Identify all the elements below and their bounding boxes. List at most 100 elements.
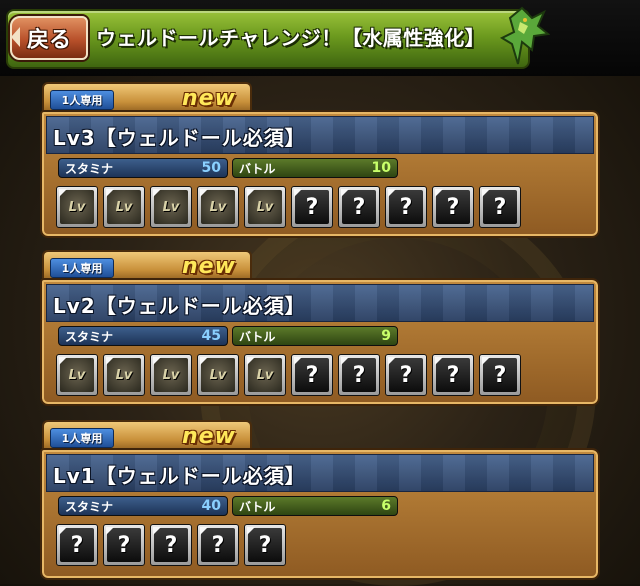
- slot-corner-icon: [200, 189, 208, 197]
- stamina-value: 50: [201, 160, 221, 176]
- egg-reward-icon: Lv: [150, 186, 192, 228]
- slot-corner-icon: [59, 189, 67, 197]
- slot-corner-icon: [153, 189, 161, 197]
- reward-icon-glyph: Lv: [115, 199, 133, 215]
- dungeon-card[interactable]: 1人専用 new Lv1【ウェルドール必須】 スタミナ 40 バトル 6 ???…: [40, 420, 600, 580]
- unknown-reward-icon: ?: [291, 354, 333, 396]
- slot-corner-icon: [388, 357, 396, 365]
- egg-reward-icon: Lv: [56, 186, 98, 228]
- stamina-label: スタミナ: [65, 499, 114, 514]
- slot-corner-icon: [482, 189, 490, 197]
- slot-corner-icon: [106, 189, 114, 197]
- dungeon-name: Lv2【ウェルドール必須】: [53, 294, 306, 318]
- reward-icon-glyph: ?: [211, 532, 225, 558]
- reward-icons-row: ?????: [56, 524, 596, 568]
- unknown-reward-icon: ?: [291, 186, 333, 228]
- slot-corner-icon: [153, 527, 161, 535]
- egg-reward-icon: Lv: [197, 186, 239, 228]
- stats-row: スタミナ 40 バトル 6: [58, 496, 598, 518]
- card-panel: Lv1【ウェルドール必須】 スタミナ 40 バトル 6 ?????: [40, 448, 600, 580]
- reward-icon-glyph: Lv: [68, 367, 86, 383]
- reward-icon-glyph: ?: [446, 362, 460, 388]
- dungeon-name-bar: Lv2【ウェルドール必須】: [46, 284, 594, 322]
- reward-icon-glyph: ?: [399, 194, 413, 220]
- unknown-reward-icon: ?: [103, 524, 145, 566]
- slot-corner-icon: [59, 357, 67, 365]
- unknown-reward-icon: ?: [150, 524, 192, 566]
- slot-corner-icon: [388, 189, 396, 197]
- reward-icon-glyph: Lv: [256, 199, 274, 215]
- slot-corner-icon: [153, 357, 161, 365]
- reward-icon-glyph: Lv: [162, 199, 180, 215]
- battle-label: バトル: [239, 161, 276, 176]
- slot-corner-icon: [294, 357, 302, 365]
- egg-reward-icon: Lv: [56, 354, 98, 396]
- stats-row: スタミナ 45 バトル 9: [58, 326, 598, 348]
- reward-icon-glyph: ?: [164, 532, 178, 558]
- unknown-reward-icon: ?: [385, 354, 427, 396]
- slot-corner-icon: [106, 527, 114, 535]
- slot-corner-icon: [247, 357, 255, 365]
- stamina-box: スタミナ 40: [58, 496, 228, 516]
- dungeon-name-bar: Lv1【ウェルドール必須】: [46, 454, 594, 492]
- unknown-reward-icon: ?: [197, 524, 239, 566]
- dungeon-name: Lv3【ウェルドール必須】: [53, 126, 306, 150]
- egg-reward-icon: Lv: [244, 186, 286, 228]
- card-panel: Lv3【ウェルドール必須】 スタミナ 50 バトル 10 Lv Lv Lv Lv Lv?…: [40, 110, 600, 238]
- reward-icon-glyph: Lv: [115, 367, 133, 383]
- battle-box: バトル 10: [232, 158, 398, 178]
- egg-reward-icon: Lv: [150, 354, 192, 396]
- unknown-reward-icon: ?: [479, 186, 521, 228]
- stamina-label: スタミナ: [65, 161, 114, 176]
- battle-value: 6: [381, 498, 391, 514]
- reward-icons-row: Lv Lv Lv Lv Lv?????: [56, 186, 596, 230]
- battle-label: バトル: [239, 499, 276, 514]
- slot-corner-icon: [247, 527, 255, 535]
- reward-icon-glyph: Lv: [256, 367, 274, 383]
- new-badge: new: [182, 254, 236, 279]
- battle-value: 10: [371, 160, 391, 176]
- battle-box: バトル 6: [232, 496, 398, 516]
- battle-label: バトル: [239, 329, 276, 344]
- reward-icon-glyph: Lv: [162, 367, 180, 383]
- slot-corner-icon: [200, 357, 208, 365]
- unknown-reward-icon: ?: [432, 186, 474, 228]
- dragon-icon: [499, 6, 550, 65]
- egg-reward-icon: Lv: [197, 354, 239, 396]
- slot-corner-icon: [341, 189, 349, 197]
- card-panel: Lv2【ウェルドール必須】 スタミナ 45 バトル 9 Lv Lv Lv Lv Lv??…: [40, 278, 600, 406]
- slot-corner-icon: [247, 189, 255, 197]
- battle-value: 9: [381, 328, 391, 344]
- stats-row: スタミナ 50 バトル 10: [58, 158, 598, 180]
- stamina-label: スタミナ: [65, 329, 114, 344]
- unknown-reward-icon: ?: [432, 354, 474, 396]
- egg-reward-icon: Lv: [244, 354, 286, 396]
- unknown-reward-icon: ?: [56, 524, 98, 566]
- unknown-reward-icon: ?: [385, 186, 427, 228]
- unknown-reward-icon: ?: [338, 186, 380, 228]
- stamina-box: スタミナ 45: [58, 326, 228, 346]
- slot-corner-icon: [341, 357, 349, 365]
- reward-icons-row: Lv Lv Lv Lv Lv?????: [56, 354, 596, 398]
- reward-icon-glyph: Lv: [68, 199, 86, 215]
- dungeon-card[interactable]: 1人専用 new Lv2【ウェルドール必須】 スタミナ 45 バトル 9 Lv L…: [40, 250, 600, 410]
- reward-icon-glyph: ?: [352, 362, 366, 388]
- unknown-reward-icon: ?: [479, 354, 521, 396]
- reward-icon-glyph: ?: [493, 194, 507, 220]
- header: 戻る ウェルドールチャレンジ！【水属性強化】: [0, 0, 640, 76]
- slot-corner-icon: [200, 527, 208, 535]
- solo-badge: 1人専用: [50, 428, 114, 448]
- slot-corner-icon: [435, 189, 443, 197]
- page-title: ウェルドールチャレンジ！【水属性強化】: [96, 26, 486, 50]
- stamina-box: スタミナ 50: [58, 158, 228, 178]
- reward-icon-glyph: ?: [399, 362, 413, 388]
- new-badge: new: [182, 86, 236, 111]
- back-button[interactable]: 戻る: [10, 16, 88, 60]
- back-chevron-icon: [11, 27, 20, 47]
- slot-corner-icon: [106, 357, 114, 365]
- reward-icon-glyph: ?: [117, 532, 131, 558]
- reward-icon-glyph: Lv: [209, 367, 227, 383]
- reward-icon-glyph: ?: [493, 362, 507, 388]
- dungeon-card[interactable]: 1人専用 new Lv3【ウェルドール必須】 スタミナ 50 バトル 10 Lv…: [40, 82, 600, 242]
- slot-corner-icon: [59, 527, 67, 535]
